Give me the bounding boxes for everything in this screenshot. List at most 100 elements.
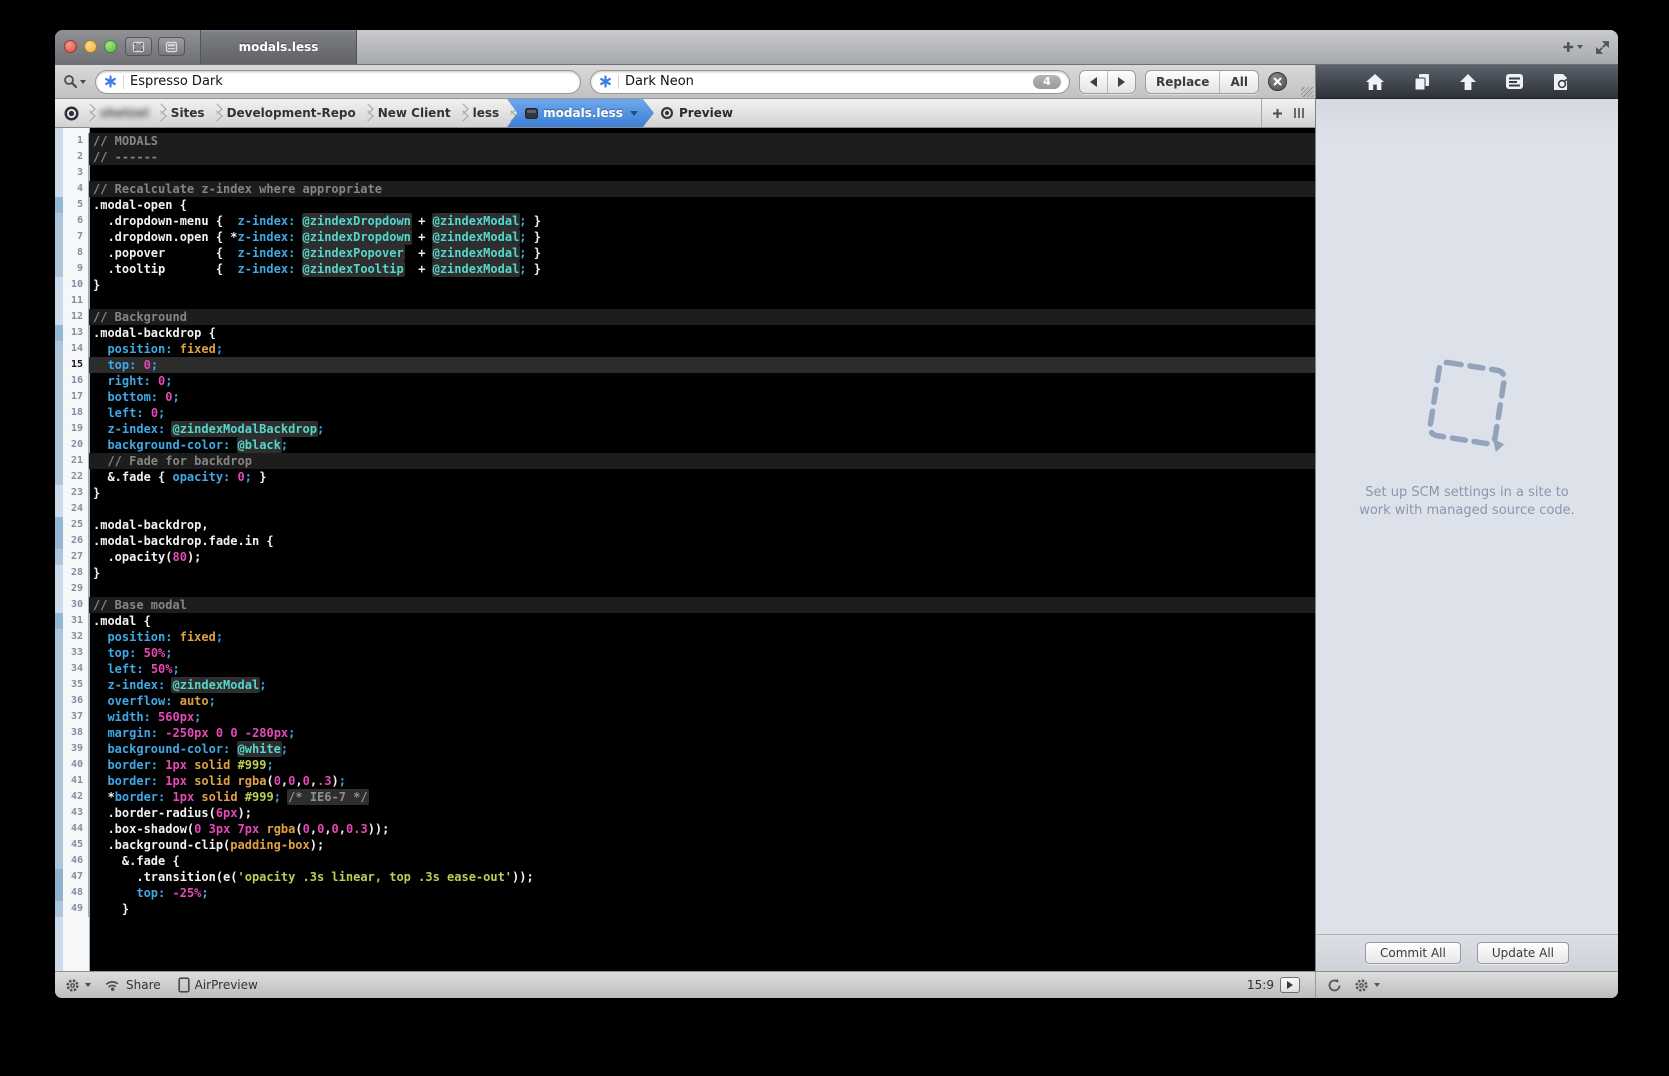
code-line[interactable]: 29 bbox=[55, 581, 1315, 597]
new-tab-button[interactable] bbox=[1561, 40, 1583, 54]
find-input[interactable] bbox=[130, 74, 572, 89]
workspace-toggle-button[interactable] bbox=[125, 37, 152, 56]
add-column-button[interactable] bbox=[1272, 108, 1283, 119]
code-line[interactable]: 13 .modal-backdrop { bbox=[55, 325, 1315, 341]
sidebar-tab-publish[interactable] bbox=[1459, 73, 1477, 91]
close-icon bbox=[1273, 77, 1282, 86]
code-line[interactable]: 22 &.fade { opacity: 0; } bbox=[55, 469, 1315, 485]
close-window-button[interactable] bbox=[64, 40, 77, 53]
breadcrumb-item-less[interactable]: less bbox=[469, 106, 504, 120]
code-line[interactable]: 27 .opacity(80); bbox=[55, 549, 1315, 565]
code-line[interactable]: 23} bbox=[55, 485, 1315, 501]
code-line[interactable]: 2// ------ bbox=[55, 149, 1315, 165]
code-line[interactable]: 34 left: 50%; bbox=[55, 661, 1315, 677]
airpreview-button[interactable]: AirPreview bbox=[177, 977, 258, 993]
code-line[interactable]: 25 .modal-backdrop, bbox=[55, 517, 1315, 533]
find-previous-button[interactable] bbox=[1080, 71, 1107, 93]
code-editor[interactable]: 1// MODALS 2// ------ 3 4// Recalculate z-i… bbox=[55, 128, 1315, 971]
run-preview-button[interactable] bbox=[1279, 977, 1300, 993]
code-line[interactable]: 11 bbox=[55, 293, 1315, 309]
scm-actions-menu[interactable] bbox=[1354, 978, 1380, 993]
code-line[interactable]: 24 bbox=[55, 501, 1315, 517]
code-line[interactable]: 49 } bbox=[55, 901, 1315, 917]
code-text: right: 0; bbox=[107, 374, 173, 388]
code-line[interactable]: 10} bbox=[55, 277, 1315, 293]
search-scope-menu[interactable] bbox=[63, 74, 86, 89]
code-line[interactable]: 5 .modal-open { bbox=[55, 197, 1315, 213]
line-number: 43 bbox=[63, 805, 89, 821]
code-line[interactable]: 35 z-index: @zindexModal; bbox=[55, 677, 1315, 693]
code-line[interactable]: 12// Background bbox=[55, 309, 1315, 325]
code-line[interactable]: 6 .dropdown-menu { z-index: @zindexDropd… bbox=[55, 213, 1315, 229]
breadcrumb-item-active-file[interactable]: modals.less bbox=[507, 99, 654, 127]
sidebar-tab-home[interactable] bbox=[1365, 73, 1385, 91]
code-line[interactable]: 16 right: 0; bbox=[55, 373, 1315, 389]
breadcrumb-item-shetzel[interactable]: shetzel bbox=[96, 106, 153, 120]
code-line[interactable]: 32 position: fixed; bbox=[55, 629, 1315, 645]
chevron-separator-icon bbox=[156, 103, 164, 123]
code-line[interactable]: 28} bbox=[55, 565, 1315, 581]
breadcrumb-item-preview[interactable]: Preview bbox=[660, 106, 733, 120]
code-line[interactable]: 26 .modal-backdrop.fade.in { bbox=[55, 533, 1315, 549]
code-line[interactable]: 36 overflow: auto; bbox=[55, 693, 1315, 709]
code-line[interactable]: 33 top: 50%; bbox=[55, 645, 1315, 661]
code-line[interactable]: 8 .popover { z-index: @zindexPopover + @… bbox=[55, 245, 1315, 261]
sidebar-tab-files[interactable] bbox=[1413, 73, 1431, 91]
gutter-depth-strip bbox=[55, 501, 63, 517]
code-line[interactable]: 9 .tooltip { z-index: @zindexTooltip + @… bbox=[55, 261, 1315, 277]
code-line[interactable]: 48 top: -25%; bbox=[55, 885, 1315, 901]
code-line[interactable]: 42 *border: 1px solid #999; /* IE6-7 */ bbox=[55, 789, 1315, 805]
drawer-toggle-button[interactable] bbox=[158, 37, 185, 56]
code-line[interactable]: 37 width: 560px; bbox=[55, 709, 1315, 725]
site-icon[interactable] bbox=[63, 105, 80, 122]
update-all-button[interactable]: Update All bbox=[1476, 942, 1569, 964]
code-line[interactable]: 46 &.fade { bbox=[55, 853, 1315, 869]
code-line[interactable]: 41 border: 1px solid rgba(0,0,0,.3); bbox=[55, 773, 1315, 789]
document-tab[interactable]: modals.less bbox=[200, 30, 357, 64]
code-line[interactable]: 1// MODALS bbox=[55, 133, 1315, 149]
sidebar-tab-snippets[interactable] bbox=[1505, 73, 1524, 90]
share-button[interactable]: Share bbox=[106, 978, 161, 992]
code-line[interactable]: 15 top: 0; bbox=[55, 357, 1315, 373]
breadcrumb-item-new-client[interactable]: New Client bbox=[374, 106, 455, 120]
code-line[interactable]: 14 position: fixed; bbox=[55, 341, 1315, 357]
scm-refresh-button[interactable] bbox=[1327, 978, 1342, 993]
code-line[interactable]: 45 .background-clip(padding-box); bbox=[55, 837, 1315, 853]
close-find-bar-button[interactable] bbox=[1267, 72, 1287, 91]
code-line[interactable]: 31 .modal { bbox=[55, 613, 1315, 629]
code-line[interactable]: 47 .transition(e('opacity .3s linear, to… bbox=[55, 869, 1315, 885]
breadcrumb-item-sites[interactable]: Sites bbox=[167, 106, 209, 120]
find-field[interactable] bbox=[95, 69, 581, 94]
code-line[interactable]: 21 // Fade for backdrop bbox=[55, 453, 1315, 469]
resize-grip[interactable] bbox=[1301, 87, 1313, 97]
code-line[interactable]: 40 border: 1px solid #999; bbox=[55, 757, 1315, 773]
code-line[interactable]: 18 left: 0; bbox=[55, 405, 1315, 421]
replace-button[interactable]: Replace bbox=[1146, 71, 1219, 93]
code-line[interactable]: 38 margin: -250px 0 0 -280px; bbox=[55, 725, 1315, 741]
zoom-window-button[interactable] bbox=[104, 40, 117, 53]
code-line[interactable]: 39 background-color: @white; bbox=[55, 741, 1315, 757]
find-next-button[interactable] bbox=[1108, 71, 1135, 93]
replace-all-button[interactable]: All bbox=[1220, 71, 1258, 93]
code-line[interactable]: 17 bottom: 0; bbox=[55, 389, 1315, 405]
replace-field[interactable]: 4 bbox=[590, 69, 1070, 94]
code-line[interactable]: 3 bbox=[55, 165, 1315, 181]
code-line[interactable]: 20 background-color: @black; bbox=[55, 437, 1315, 453]
sidebar-tab-scm[interactable] bbox=[1552, 73, 1569, 91]
columns-view-button[interactable] bbox=[1293, 107, 1305, 119]
code-line[interactable]: 4// Recalculate z-index where appropriat… bbox=[55, 181, 1315, 197]
replace-input[interactable] bbox=[625, 74, 1027, 89]
replace-buttons-group: Replace All bbox=[1145, 69, 1259, 94]
code-line[interactable]: 43 .border-radius(6px); bbox=[55, 805, 1315, 821]
breadcrumb-item-development-repo[interactable]: Development-Repo bbox=[223, 106, 360, 120]
code-line[interactable]: 7 .dropdown.open { *z-index: @zindexDrop… bbox=[55, 229, 1315, 245]
arrow-left-icon bbox=[1090, 76, 1097, 87]
breadcrumb-right-controls bbox=[1261, 99, 1315, 127]
code-line[interactable]: 19 z-index: @zindexModalBackdrop; bbox=[55, 421, 1315, 437]
fullscreen-button[interactable] bbox=[1595, 40, 1610, 55]
commit-all-button[interactable]: Commit All bbox=[1365, 942, 1461, 964]
editor-actions-menu[interactable] bbox=[65, 978, 91, 993]
code-line[interactable]: 44 .box-shadow(0 3px 7px rgba(0,0,0,0.3)… bbox=[55, 821, 1315, 837]
code-line[interactable]: 30// Base modal bbox=[55, 597, 1315, 613]
minimize-window-button[interactable] bbox=[84, 40, 97, 53]
